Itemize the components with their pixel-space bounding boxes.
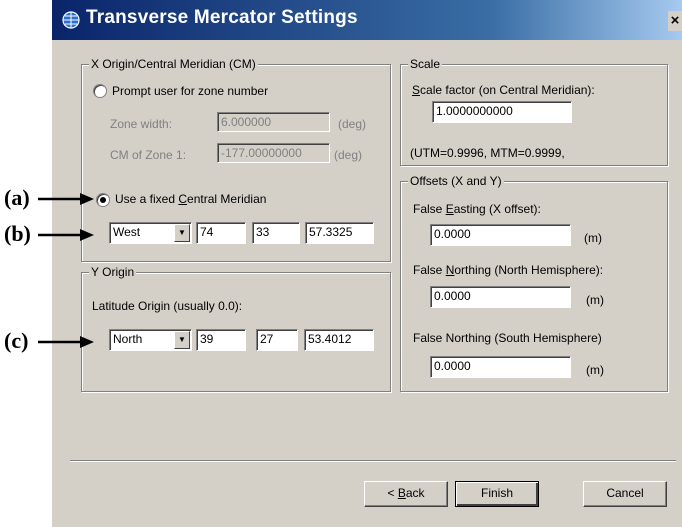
prompt-zone-label: Prompt user for zone number (112, 84, 269, 98)
y-minutes-field[interactable]: 27 (256, 329, 298, 351)
cm-zone1-unit: (deg) (334, 148, 363, 162)
annotation-a: (a) (4, 185, 30, 210)
prompt-zone-radio[interactable] (93, 84, 107, 98)
y-degrees-field[interactable]: 39 (196, 329, 246, 351)
title-bar[interactable]: Transverse Mercator Settings × (52, 0, 682, 40)
annotation-b: (b) (4, 221, 31, 246)
scale-factor-label: Scale factor (on Central Meridian): (412, 83, 595, 97)
zone-width-field[interactable]: 6.000000 (217, 112, 330, 132)
y-hemisphere-dropdown-icon[interactable]: ▼ (174, 331, 190, 349)
offsets-legend: Offsets (X and Y) (408, 174, 504, 188)
annotation-c-arrow (38, 336, 94, 348)
button-separator (70, 460, 676, 462)
y-hemisphere-value: North (113, 332, 143, 346)
scale-legend: Scale (408, 57, 443, 71)
x-origin-legend: X Origin/Central Meridian (CM) (89, 57, 258, 71)
cm-zone1-field[interactable]: -177.00000000 (217, 143, 330, 163)
cm-zone1-label: CM of Zone 1: (110, 148, 187, 162)
fixed-cm-label: Use a fixed Central Meridian (115, 192, 267, 206)
false-northing-north-field[interactable]: 0.0000 (430, 286, 571, 308)
false-easting-field[interactable]: 0.0000 (430, 224, 571, 246)
false-easting-unit: (m) (584, 231, 602, 245)
x-hemisphere-combo[interactable]: West ▼ (109, 222, 192, 244)
back-button[interactable]: < Back (364, 481, 448, 507)
annotation-b-arrow (38, 229, 94, 241)
annotation-a-arrow (38, 193, 94, 205)
false-northing-south-unit: (m) (586, 363, 604, 377)
x-degrees-field[interactable]: 74 (196, 222, 246, 244)
x-minutes-field[interactable]: 33 (252, 222, 300, 244)
annotation-c: (c) (4, 328, 29, 353)
zone-width-label: Zone width: (110, 117, 173, 131)
close-button[interactable]: × (668, 11, 682, 31)
zone-width-unit: (deg) (338, 117, 367, 131)
x-seconds-field[interactable]: 57.3325 (305, 222, 374, 244)
globe-icon (61, 10, 81, 30)
x-hemisphere-dropdown-icon[interactable]: ▼ (174, 224, 190, 242)
x-hemisphere-value: West (113, 225, 141, 239)
false-northing-north-label: False Northing (North Hemisphere): (413, 263, 604, 277)
y-seconds-field[interactable]: 53.4012 (304, 329, 374, 351)
false-easting-label: False Easting (X offset): (413, 202, 541, 216)
latitude-origin-label: Latitude Origin (usually 0.0): (92, 299, 243, 313)
window-title: Transverse Mercator Settings (86, 7, 358, 28)
y-origin-legend: Y Origin (89, 265, 137, 279)
false-northing-south-field[interactable]: 0.0000 (430, 356, 571, 378)
false-northing-south-label: False Northing (South Hemisphere) (413, 331, 602, 345)
false-northing-north-unit: (m) (586, 293, 604, 307)
scale-note: (UTM=0.9996, MTM=0.9999, (410, 146, 565, 160)
cancel-button[interactable]: Cancel (583, 481, 667, 507)
finish-button[interactable]: Finish (455, 481, 539, 507)
fixed-cm-radio[interactable] (96, 193, 110, 207)
scale-factor-field[interactable]: 1.0000000000 (432, 101, 572, 123)
y-hemisphere-combo[interactable]: North ▼ (109, 329, 192, 351)
